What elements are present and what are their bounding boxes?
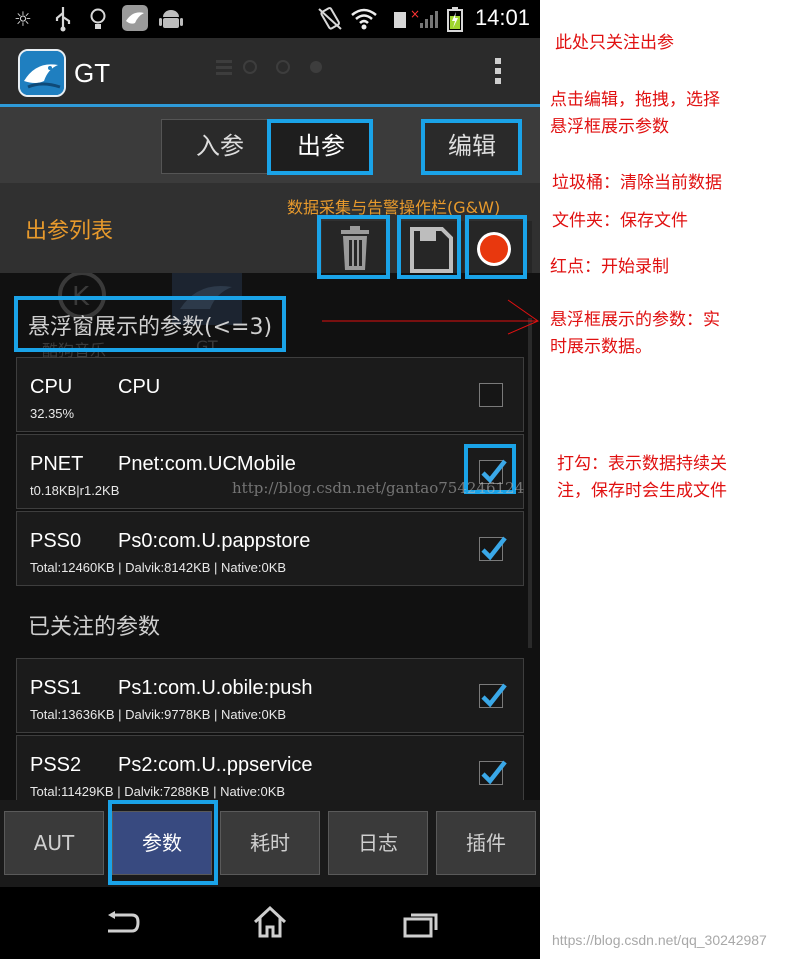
note-record: 红点：开始录制 bbox=[550, 257, 669, 277]
note-checkbox-line1: 打勾：表示数据持续关 bbox=[557, 454, 727, 474]
source-url: https://blog.csdn.net/qq_30242987 bbox=[552, 932, 767, 948]
note-save: 文件夹：保存文件 bbox=[552, 211, 688, 231]
note-floating-line1: 悬浮框展示的参数：实 bbox=[550, 310, 720, 330]
note-edit-line2: 悬浮框展示参数 bbox=[550, 117, 669, 137]
note-out-params: 此处只关注出参 bbox=[555, 33, 674, 53]
note-checkbox-line2: 注，保存时会生成文件 bbox=[557, 481, 727, 501]
note-trash: 垃圾桶：清除当前数据 bbox=[552, 173, 722, 193]
note-floating-line2: 时展示数据。 bbox=[550, 337, 652, 357]
watermark: http://blog.csdn.net/gantao754246124 bbox=[232, 479, 525, 497]
note-edit-line1: 点击编辑，拖拽，选择 bbox=[550, 90, 720, 110]
